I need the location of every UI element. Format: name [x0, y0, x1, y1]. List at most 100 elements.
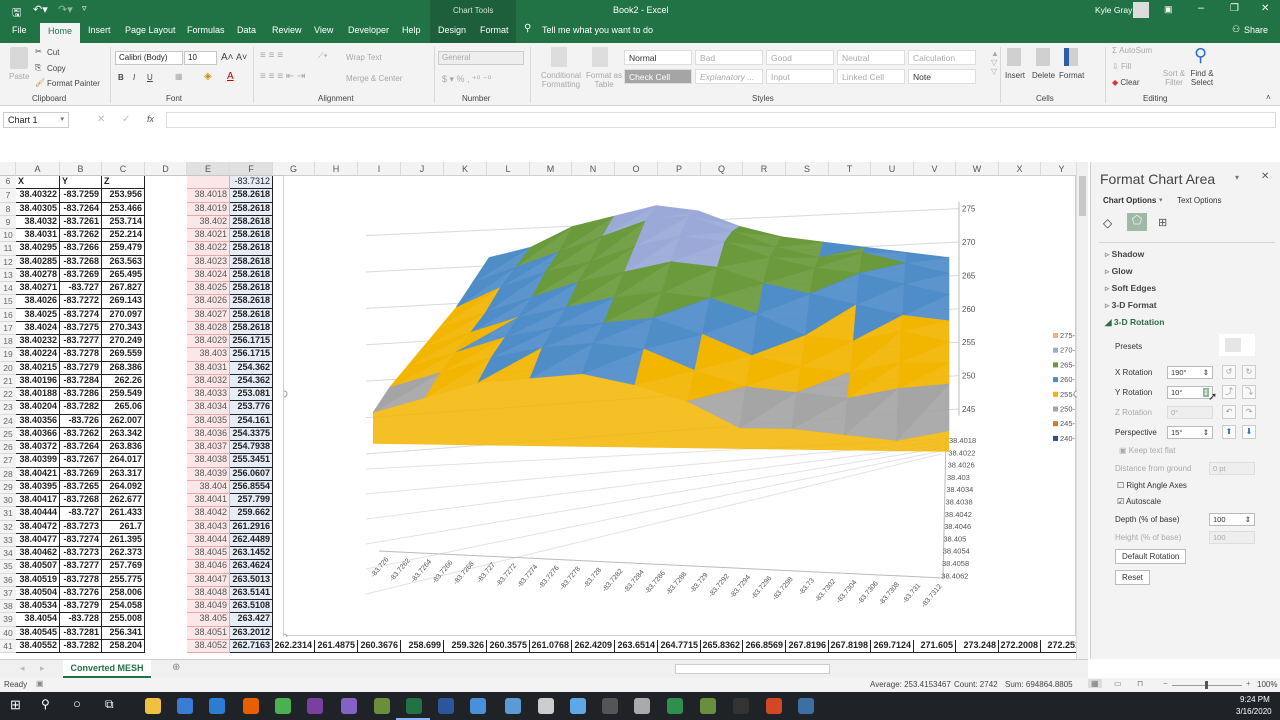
paste-icon[interactable] [10, 47, 28, 69]
cell-e[interactable]: 38.4032 [187, 374, 230, 388]
cell-e6[interactable] [187, 176, 230, 190]
pane-options-icon[interactable]: ▾ [1235, 173, 1239, 182]
cell-y[interactable]: -83.7278 [60, 573, 102, 587]
cell-y[interactable]: -83.7277 [60, 560, 102, 574]
bold-button[interactable]: B [118, 73, 124, 82]
formula-input[interactable] [166, 112, 1276, 128]
cell-y[interactable]: -83.726 [60, 414, 102, 428]
zoom-slider-thumb[interactable] [1205, 681, 1208, 689]
row-header[interactable]: 14 [0, 282, 16, 296]
format-button[interactable]: Format [1059, 71, 1084, 80]
zoom-in-icon[interactable]: + [1246, 679, 1251, 688]
cell-z[interactable]: 253.466 [102, 202, 145, 216]
row-header[interactable]: 15 [0, 295, 16, 309]
redo-icon[interactable]: ↷▾ [58, 3, 73, 16]
header-cell-z[interactable]: Z [102, 176, 145, 190]
column-header-Q[interactable]: Q [701, 162, 743, 176]
cell-z[interactable]: 267.827 [102, 282, 145, 296]
column-header-H[interactable]: H [315, 162, 358, 176]
keep-text-flat-checkbox[interactable]: ▣ Keep text flat [1119, 446, 1175, 455]
cell-e[interactable]: 38.4043 [187, 520, 230, 534]
cell-f[interactable]: 256.1715 [230, 335, 273, 349]
fill-button[interactable]: Fill [1121, 62, 1131, 71]
cell-z[interactable]: 253.714 [102, 215, 145, 229]
cell-f6[interactable]: -83.7312 [230, 176, 273, 190]
cell-f[interactable]: 263.2012 [230, 626, 273, 640]
cell-row41[interactable]: 266.8569 [743, 639, 786, 653]
cell-y[interactable]: -83.7265 [60, 480, 102, 494]
cell-e[interactable]: 38.4022 [187, 242, 230, 256]
row-header[interactable]: 31 [0, 507, 16, 521]
orientation-icon[interactable]: ⟋▾ [318, 51, 328, 61]
cell-x[interactable]: 38.4031 [16, 229, 60, 243]
column-header-C[interactable]: C [102, 162, 145, 176]
xyz-app-icon[interactable] [374, 698, 390, 714]
collapse-ribbon-icon[interactable]: ˄ [1266, 93, 1271, 102]
cell-e[interactable]: 38.4041 [187, 494, 230, 508]
rotate-left-icon[interactable]: ↺ [1222, 365, 1236, 379]
row-header[interactable]: 20 [0, 361, 16, 375]
cell-f[interactable]: 258.2618 [230, 242, 273, 256]
row-header[interactable]: 39 [0, 613, 16, 627]
cell-y[interactable]: -83.7279 [60, 600, 102, 614]
cell-z[interactable]: 256.341 [102, 626, 145, 640]
cell-x[interactable]: 38.4054 [16, 613, 60, 627]
cell-row41[interactable]: 261.0768 [530, 639, 572, 653]
cell-e[interactable]: 38.4039 [187, 467, 230, 481]
chat-icon[interactable] [570, 698, 586, 714]
cell-f[interactable]: 263.427 [230, 613, 273, 627]
cell-e[interactable]: 38.4049 [187, 600, 230, 614]
z-rotation-input[interactable]: 0° [1167, 406, 1213, 419]
cell-row41[interactable]: 265.8362 [701, 639, 743, 653]
cell-z[interactable]: 262.007 [102, 414, 145, 428]
merge-center-button[interactable]: Merge & Center [346, 74, 402, 83]
cell-z[interactable]: 258.006 [102, 586, 145, 600]
cell-x[interactable]: 38.40204 [16, 401, 60, 415]
column-header-B[interactable]: B [60, 162, 102, 176]
cell-x[interactable]: 38.40372 [16, 441, 60, 455]
cell-f[interactable]: 253.776 [230, 401, 273, 415]
close-icon[interactable]: ✕ [1261, 3, 1269, 14]
cell-y[interactable]: -83.7286 [60, 388, 102, 402]
row-header[interactable]: 18 [0, 335, 16, 349]
cell-z[interactable]: 261.395 [102, 533, 145, 547]
cloud-app-icon[interactable] [634, 698, 650, 714]
row-header[interactable]: 40 [0, 626, 16, 640]
cell-e[interactable]: 38.4031 [187, 361, 230, 375]
cell-e[interactable]: 38.4045 [187, 547, 230, 561]
cell-f[interactable]: 259.662 [230, 507, 273, 521]
column-header-S[interactable]: S [786, 162, 829, 176]
cell-x[interactable]: 38.40232 [16, 335, 60, 349]
row-header[interactable]: 34 [0, 547, 16, 561]
rotate-cw-icon[interactable]: ↷ [1242, 405, 1256, 419]
column-header-Y[interactable]: Y [1041, 162, 1076, 176]
column-header-A[interactable]: A [16, 162, 60, 176]
chrome-icon[interactable] [275, 698, 291, 714]
cell-z[interactable]: 259.479 [102, 242, 145, 256]
column-header-E[interactable]: E [187, 162, 230, 176]
row-header[interactable]: 21 [0, 374, 16, 388]
cell-y[interactable]: -83.7278 [60, 348, 102, 362]
column-header-L[interactable]: L [487, 162, 530, 176]
rotate-ccw-icon[interactable]: ↶ [1222, 405, 1236, 419]
name-box[interactable]: Chart 1 ▾ [3, 112, 69, 128]
cell-style-linked-cell[interactable]: Linked Cell [837, 69, 905, 84]
perspective-input[interactable]: 15° ⇕ [1167, 426, 1213, 439]
cell-e[interactable]: 38.4042 [187, 507, 230, 521]
new-sheet-icon[interactable]: ⊕ [172, 662, 180, 673]
row-header[interactable]: 38 [0, 600, 16, 614]
zoom-out-icon[interactable]: − [1163, 679, 1168, 688]
cell-row41[interactable]: 272.251 [1041, 640, 1076, 653]
cell-x[interactable]: 38.40462 [16, 547, 60, 561]
calculator-icon[interactable] [602, 698, 618, 714]
autoscale-checkbox[interactable]: ☑ Autoscale [1117, 497, 1161, 506]
cell-x[interactable]: 38.40215 [16, 361, 60, 375]
cell-row41[interactable]: 267.8196 [786, 639, 829, 653]
powerpoint-icon[interactable] [766, 698, 782, 714]
cell-x[interactable]: 38.40519 [16, 573, 60, 587]
cell-y[interactable]: -83.7279 [60, 361, 102, 375]
reset-button[interactable]: Reset [1115, 570, 1150, 585]
cell-x[interactable]: 38.40366 [16, 427, 60, 441]
row-header[interactable]: 12 [0, 255, 16, 269]
font-size-select[interactable]: 10 [184, 51, 217, 65]
